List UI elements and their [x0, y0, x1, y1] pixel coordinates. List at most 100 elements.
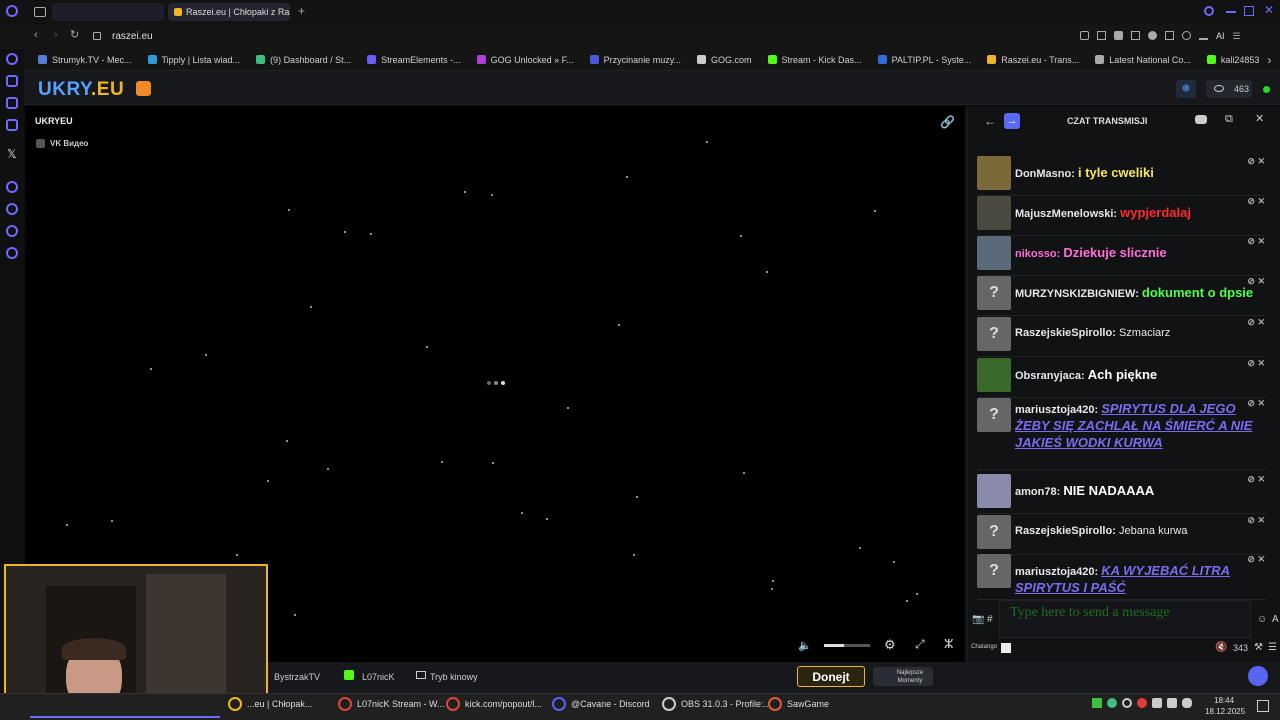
chat-avatar[interactable]: ?: [977, 554, 1011, 588]
arrow-left-icon[interactable]: ‹: [34, 29, 38, 41]
chat-menu-icon[interactable]: ☰: [1268, 642, 1277, 653]
chat-username[interactable]: amon78: [1015, 486, 1057, 498]
bookmarks-overflow-icon[interactable]: ›: [1267, 53, 1271, 67]
bookmark-item[interactable]: (9) Dashboard / St...: [248, 55, 359, 65]
chat-moderate-icon[interactable]: ⊘ ✕: [1247, 196, 1265, 207]
wrench-icon[interactable]: ⚒: [1254, 642, 1263, 653]
player-icon[interactable]: [1131, 31, 1140, 40]
sidebar-history-icon[interactable]: [6, 203, 18, 215]
sidebar-extension-icon[interactable]: [6, 225, 18, 237]
bookmark-item[interactable]: Raszei.eu - Trans...: [979, 55, 1087, 65]
donate-button[interactable]: Donejt: [797, 666, 865, 687]
chat-moderate-icon[interactable]: ⊘ ✕: [1247, 358, 1265, 369]
tabs-overview-icon[interactable]: [34, 7, 46, 17]
taskbar-app[interactable]: kick.com/popout/l...: [446, 697, 542, 711]
settings-gear-icon[interactable]: ⚙: [884, 637, 896, 653]
tray-record-icon[interactable]: [1137, 698, 1147, 708]
arrow-right-icon[interactable]: ›: [54, 29, 58, 41]
download-icon[interactable]: [1199, 31, 1208, 40]
chat-back-icon[interactable]: ←: [984, 114, 996, 128]
chat-avatar[interactable]: ?: [977, 515, 1011, 549]
ok-logo-icon[interactable]: ⵣ: [944, 637, 953, 651]
sidebar-person-icon[interactable]: [6, 75, 18, 87]
bookmark-item[interactable]: Stream - Kick Das...: [760, 55, 870, 65]
close-window-icon[interactable]: ✕: [1264, 3, 1274, 17]
url-field[interactable]: raszei.eu: [112, 31, 153, 42]
taskbar-app[interactable]: OBS 31.0.3 - Profile:...: [662, 697, 771, 711]
sidebar-settings-icon[interactable]: [6, 247, 18, 259]
chat-username[interactable]: DonMasno: [1015, 168, 1071, 180]
snowflake-icon[interactable]: ❄: [1176, 80, 1196, 98]
chat-avatar[interactable]: [977, 196, 1011, 230]
hashtag-icon[interactable]: #: [987, 614, 993, 625]
sidebar-x-icon[interactable]: 𝕏: [7, 147, 17, 161]
chat-moderate-icon[interactable]: ⊘ ✕: [1247, 276, 1265, 287]
chat-avatar[interactable]: [977, 236, 1011, 270]
style-icon[interactable]: A: [1272, 614, 1279, 625]
shield-icon[interactable]: [1114, 31, 1123, 40]
chat-forward-icon[interactable]: →: [1004, 113, 1020, 129]
chat-avatar[interactable]: [977, 474, 1011, 508]
chat-username[interactable]: mariusztoja420: [1015, 566, 1094, 578]
bookmark-item[interactable]: kali24853: [1199, 55, 1268, 65]
chat-avatar[interactable]: [977, 156, 1011, 190]
chat-moderate-icon[interactable]: ⊘ ✕: [1247, 474, 1265, 485]
chatango-square-icon[interactable]: [1001, 643, 1011, 653]
chat-username[interactable]: mariusztoja420: [1015, 404, 1094, 416]
bookmark-item[interactable]: Tipply | Lista wiad...: [140, 55, 249, 65]
bookmark-item[interactable]: StreamElements -...: [359, 55, 469, 65]
taskbar-app[interactable]: SawGame: [768, 697, 829, 711]
volume-slider[interactable]: [824, 644, 870, 647]
search-icon[interactable]: [1204, 6, 1214, 16]
tray-app-icon[interactable]: [1092, 698, 1102, 708]
sidebar-wallet-icon[interactable]: [6, 97, 18, 109]
chat-moderate-icon[interactable]: ⊘ ✕: [1247, 554, 1265, 565]
chat-username[interactable]: Obsranyjaca: [1015, 370, 1081, 382]
chat-moderate-icon[interactable]: ⊘ ✕: [1247, 317, 1265, 328]
bottom-item-bystrzak[interactable]: BystrzakTV: [274, 672, 320, 682]
tab-active[interactable]: Raszei.eu | Chłopaki z Ras: [168, 3, 290, 21]
chat-username[interactable]: RaszejskieSpirollo: [1015, 327, 1112, 339]
bookmark-item[interactable]: Strumyk.TV - Mec...: [30, 55, 140, 65]
chat-moderate-icon[interactable]: ⊘ ✕: [1247, 515, 1265, 526]
tab-inactive[interactable]: [52, 3, 164, 21]
bookmark-icon[interactable]: [1080, 31, 1089, 40]
notification-center-icon[interactable]: [1257, 700, 1269, 712]
bookmark-item[interactable]: GOG Unlocked » F...: [469, 55, 582, 65]
camera-icon[interactable]: 📷: [972, 614, 984, 625]
sidebar-play-icon[interactable]: [6, 181, 18, 193]
bottom-item-l07nick[interactable]: L07nicK: [362, 672, 395, 682]
extensions-icon[interactable]: [1165, 31, 1174, 40]
chat-username[interactable]: RaszejskieSpirollo: [1015, 525, 1112, 537]
sidebar-mail-icon[interactable]: [6, 119, 18, 131]
chat-username[interactable]: nikosso: [1015, 248, 1057, 260]
popout-icon[interactable]: ⧉: [1225, 113, 1233, 126]
bookmark-item[interactable]: GOG.com: [689, 55, 760, 65]
tray-volume-icon[interactable]: [1167, 698, 1177, 708]
chat-close-icon[interactable]: ✕: [1255, 112, 1264, 125]
chat-username[interactable]: MajuszMenelowski: [1015, 208, 1113, 220]
browser-logo-icon[interactable]: [6, 5, 18, 17]
site-logo[interactable]: UKRY.EU: [38, 79, 124, 101]
chat-moderate-icon[interactable]: ⊘ ✕: [1247, 236, 1265, 247]
screenshot-icon[interactable]: [1097, 31, 1106, 40]
taskbar-app[interactable]: L07nicK Stream - W...: [338, 697, 445, 711]
maximize-icon[interactable]: [1244, 6, 1254, 16]
tray-sync-icon[interactable]: [1107, 698, 1117, 708]
heart-icon[interactable]: [1148, 31, 1157, 40]
sidebar-music-icon[interactable]: [6, 53, 18, 65]
bookmark-item[interactable]: Latest National Co...: [1087, 55, 1199, 65]
fullscreen-icon[interactable]: ⤢: [915, 637, 925, 652]
chat-avatar[interactable]: [977, 358, 1011, 392]
taskbar-app[interactable]: ...eu | Chłopak...: [228, 697, 312, 711]
chat-username[interactable]: MURZYNSKIZBIGNIEW: [1015, 288, 1135, 300]
chat-avatar[interactable]: ?: [977, 317, 1011, 351]
link-icon[interactable]: 🔗: [940, 115, 955, 129]
chat-moderate-icon[interactable]: ⊘ ✕: [1247, 156, 1265, 167]
reload-icon[interactable]: ↻: [70, 28, 79, 41]
menu-icon[interactable]: ☰: [1233, 31, 1241, 42]
tray-mic-icon[interactable]: [1182, 698, 1192, 708]
chat-moderate-icon[interactable]: ⊘ ✕: [1247, 398, 1265, 409]
taskbar-app[interactable]: @Cavane - Discord: [552, 697, 650, 711]
chat-avatar[interactable]: ?: [977, 276, 1011, 310]
